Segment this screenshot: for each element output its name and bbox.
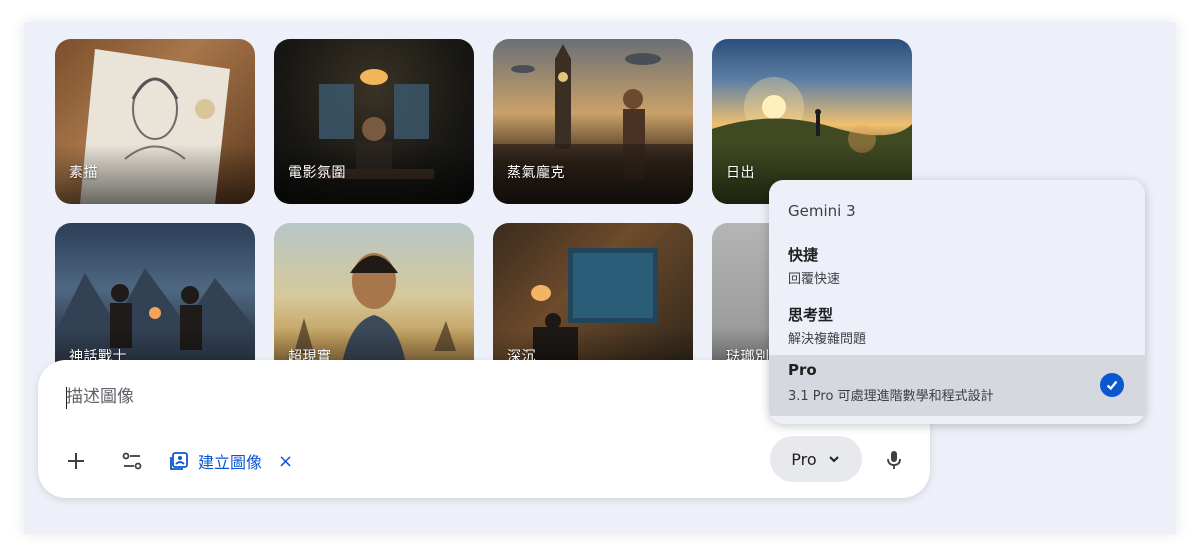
option-title: Pro	[788, 361, 817, 379]
create-image-chip[interactable]: 建立圖像 ×	[168, 443, 293, 479]
style-card-label: 日出	[726, 165, 755, 181]
model-option-pro[interactable]: Pro 3.1 Pro 可處理進階數學和程式設計	[769, 355, 1145, 416]
plus-icon	[68, 453, 84, 469]
option-subtitle: 3.1 Pro 可處理進階數學和程式設計	[788, 389, 994, 404]
add-button[interactable]	[58, 443, 94, 479]
model-option-fast[interactable]: 快捷 回覆快速	[769, 238, 1145, 298]
option-title: 快捷	[788, 246, 819, 264]
mic-icon	[887, 451, 901, 469]
menu-header: Gemini 3	[788, 202, 856, 220]
option-subtitle: 解決複雜問題	[788, 332, 867, 347]
image-gallery-panel: 素描 電影氛圍 蒸氣龐克 日出 神話戰士 超現實 深沉 琺瑯別 描述圖像 建立圖…	[24, 22, 1176, 534]
style-card-steampunk[interactable]: 蒸氣龐克	[493, 39, 693, 204]
style-card-cinematic[interactable]: 電影氛圍	[274, 39, 474, 204]
model-menu: Gemini 3 快捷 回覆快速 思考型 解決複雜問題 Pro 3.1 Pro …	[769, 180, 1145, 424]
style-card-label: 素描	[69, 165, 98, 181]
check-icon	[1100, 373, 1124, 397]
model-selector-button[interactable]: Pro	[770, 436, 862, 482]
style-card-label: 電影氛圍	[288, 165, 346, 181]
create-image-label: 建立圖像	[198, 453, 263, 472]
image-create-icon	[170, 452, 188, 470]
prompt-input[interactable]	[66, 382, 626, 412]
mic-button[interactable]	[876, 442, 912, 478]
option-title: 思考型	[788, 306, 834, 324]
model-option-thinking[interactable]: 思考型 解決複雜問題	[769, 298, 1145, 358]
style-card-sketch[interactable]: 素描	[55, 39, 255, 204]
model-label: Pro	[791, 449, 817, 469]
tools-button[interactable]	[114, 443, 150, 479]
close-icon[interactable]: ×	[278, 451, 293, 472]
chevron-down-icon	[828, 456, 839, 463]
tools-icon	[122, 452, 142, 470]
option-subtitle: 回覆快速	[788, 272, 841, 287]
style-card-label: 蒸氣龐克	[507, 165, 565, 181]
